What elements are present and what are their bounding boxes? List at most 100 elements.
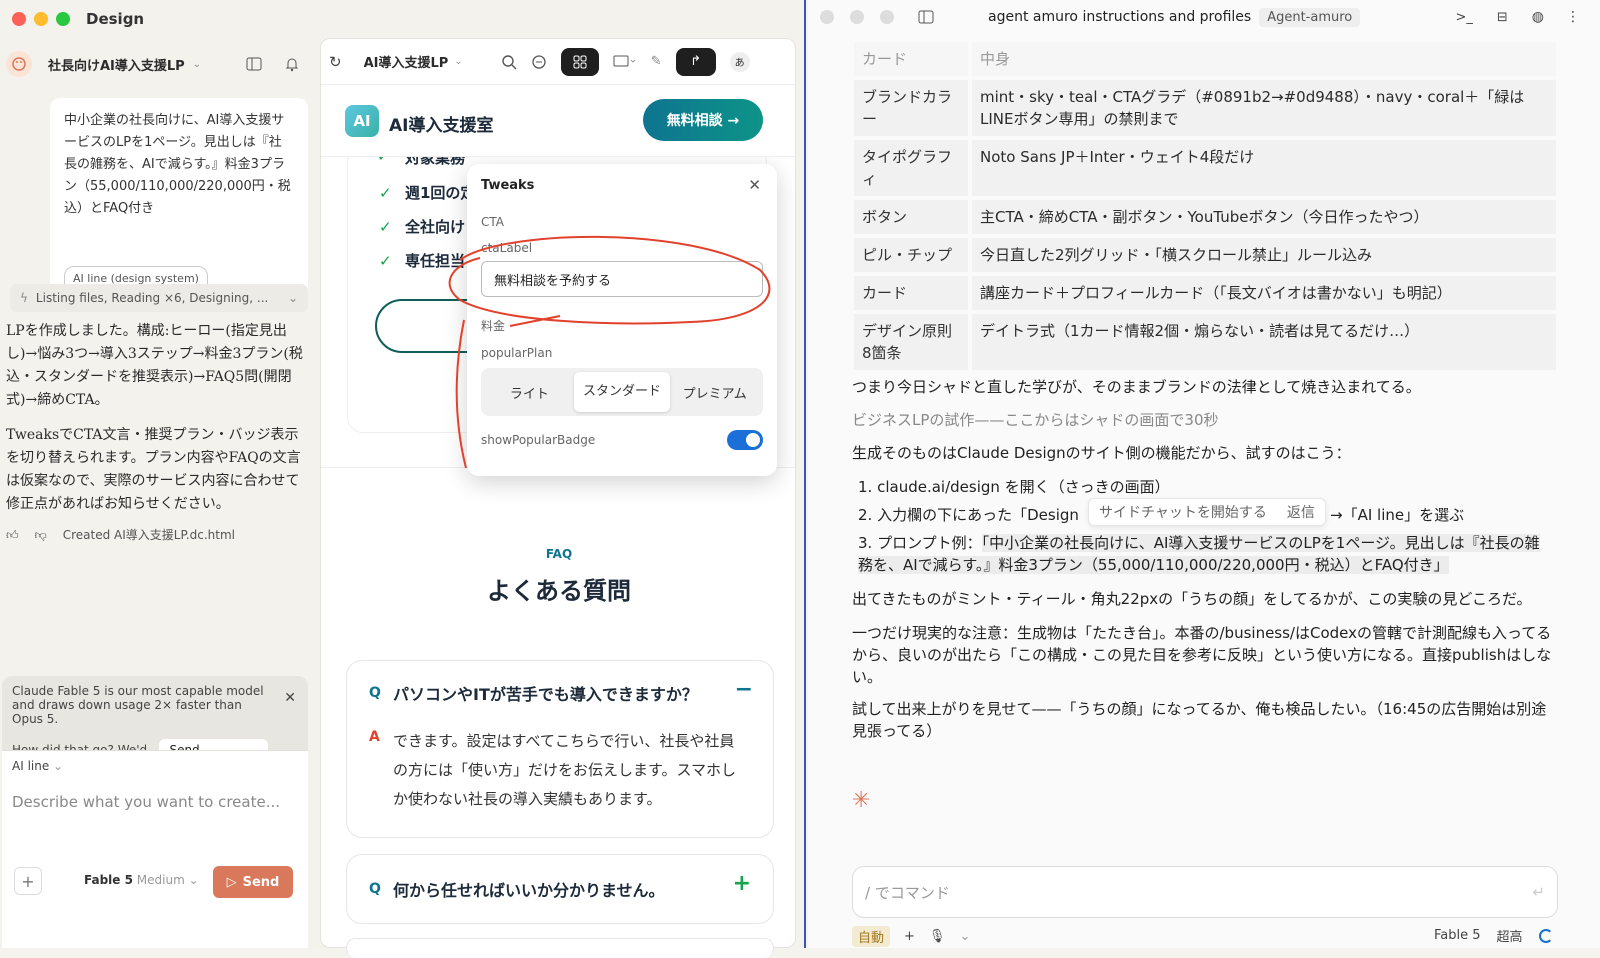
header-cta-button[interactable]: 無料相談 → bbox=[643, 99, 763, 141]
chevron-down-icon[interactable]: ⌄ bbox=[454, 56, 462, 67]
table-row: ピル・チップ 今日直した2列グリッド・「横スクロール禁止」ルール込み bbox=[854, 238, 1556, 272]
chevron-down-icon[interactable]: ⌄ bbox=[193, 59, 201, 70]
faq-item[interactable]: Q 何から任せればいいか分かりません。 + bbox=[346, 854, 774, 924]
globe-icon[interactable]: ◍ bbox=[1532, 9, 1544, 25]
step-1: 1. claude.ai/design を開く（さっきの画面） bbox=[858, 476, 1564, 498]
table-cell: Noto Sans JP＋Inter・ウェイト4段だけ bbox=[972, 140, 1556, 196]
file-tab[interactable]: AI導入支援LP bbox=[364, 52, 449, 71]
sparkle-icon: ϟ bbox=[20, 291, 28, 305]
minimize-window-button[interactable] bbox=[34, 12, 48, 26]
table-row: デザイン原則8箇条 デイトラ式（1カード情報2個・煽らない・読者は見てるだけ…） bbox=[854, 314, 1556, 370]
step-text: 入力欄の下にあった「Design bbox=[877, 506, 1079, 524]
device-icon[interactable] bbox=[613, 55, 637, 69]
model-banner: Claude Fable 5 is our most capable model… bbox=[2, 676, 308, 738]
mic-icon[interactable]: 🎙︎ bbox=[929, 929, 946, 944]
site-header: AI AI導入支援室 無料相談 → bbox=[321, 85, 795, 157]
command-placeholder: / でコマンド bbox=[865, 883, 950, 902]
terminal-icon[interactable]: >_ bbox=[1455, 10, 1472, 25]
faq-item[interactable] bbox=[346, 938, 774, 958]
thumbs-down-icon[interactable]: 👎︎ bbox=[35, 524, 47, 547]
table-cell: デザイン原則8箇条 bbox=[854, 314, 972, 370]
chevron-down-icon: ⌄ bbox=[188, 873, 199, 887]
brand-table: カード 中身 ブランドカラー mint・sky・teal・CTAグラデ（#089… bbox=[854, 38, 1556, 374]
model-name: Fable 5 bbox=[84, 873, 133, 887]
mode-chip[interactable]: 自動 bbox=[852, 926, 891, 947]
effort-label[interactable]: 超高 bbox=[1497, 926, 1523, 945]
table-cell: mint・sky・teal・CTAグラデ（#0891b2→#0d9488）・na… bbox=[972, 80, 1556, 136]
step-text: →「AI line」を選ぶ bbox=[1330, 506, 1465, 524]
comment-icon[interactable] bbox=[531, 54, 547, 70]
chevron-down-icon: ⌄ bbox=[53, 759, 64, 773]
search-icon[interactable] bbox=[501, 54, 517, 70]
more-icon[interactable]: ⋮ bbox=[1566, 9, 1580, 25]
start-side-chat-button[interactable]: サイドチャットを開始する bbox=[1099, 502, 1267, 522]
table-row: ボタン 主CTA・締めCTA・副ボタン・YouTubeボタン（今日作ったやつ） bbox=[854, 200, 1556, 234]
bell-icon[interactable] bbox=[284, 56, 300, 72]
send-button[interactable]: ▷ Send bbox=[213, 866, 293, 898]
collapse-icon[interactable]: − bbox=[735, 677, 753, 702]
pen-icon[interactable]: ✎ bbox=[651, 54, 662, 69]
design-system-select[interactable]: AI line ⌄ bbox=[2, 751, 308, 781]
close-window-button[interactable] bbox=[820, 10, 834, 24]
model-label[interactable]: Fable 5 bbox=[1434, 928, 1481, 943]
close-window-button[interactable] bbox=[12, 12, 26, 26]
plus-icon[interactable]: + bbox=[904, 929, 915, 944]
step-number: 2. bbox=[858, 506, 878, 524]
user-avatar[interactable]: あ bbox=[729, 51, 750, 72]
created-file-label[interactable]: Created AI導入支援LP.dc.html bbox=[63, 524, 235, 547]
section-label: CTA bbox=[481, 215, 504, 229]
faq-eyebrow: FAQ bbox=[545, 547, 573, 561]
assistant-message: LPを作成しました。構成:ヒーロー(指定見出し)→悩み3つ→導入3ステップ→料金… bbox=[6, 320, 306, 547]
spinner-icon bbox=[1538, 928, 1553, 943]
share-icon[interactable]: ↱ bbox=[675, 47, 716, 76]
right-titlebar: agent amuro instructions and profiles Ag… bbox=[808, 0, 1600, 34]
user-prompt-text: 中小企業の社長向けに、AI導入支援サービスのLPを1ページ。見出しは『社長の雑務… bbox=[64, 113, 291, 216]
sidebar-toggle-icon[interactable] bbox=[918, 10, 934, 24]
design-system-label: AI line bbox=[12, 759, 50, 773]
table-row: ブランドカラー mint・sky・teal・CTAグラデ（#0891b2→#0d… bbox=[854, 80, 1556, 136]
message-text: 一つだけ現実的な注意：生成物は「たたき台」。本番の/business/はCode… bbox=[852, 624, 1552, 686]
sidebar-toggle-icon[interactable] bbox=[246, 57, 262, 71]
model-select[interactable]: Fable 5 Medium ⌄ bbox=[84, 873, 199, 887]
add-attachment-button[interactable]: + bbox=[14, 867, 42, 895]
check-icon: ✓ bbox=[379, 184, 392, 202]
activity-summary[interactable]: ϟ Listing files, Reading ×6, Designing, … bbox=[10, 284, 308, 312]
check-item: 週1回の定 bbox=[405, 184, 476, 202]
close-icon[interactable]: ✕ bbox=[284, 690, 296, 706]
thumbs-up-icon[interactable]: 👍︎ bbox=[6, 524, 19, 547]
table-cell: デイトラ式（1カード情報2個・煽らない・読者は見てるだけ…） bbox=[972, 314, 1556, 370]
message-text: つまり今日シャドと直した学びが、そのままブランドの法律として焼き込まれてる。 bbox=[852, 378, 1421, 396]
tweaks-icon[interactable] bbox=[560, 47, 599, 76]
faq-a-mark: A bbox=[369, 729, 380, 745]
project-name[interactable]: 社長向けAI導入支援LP bbox=[48, 55, 185, 74]
faq-question: パソコンやITが苦手でも導入できますか？ bbox=[393, 685, 698, 704]
check-icon: ✓ bbox=[379, 252, 392, 270]
refresh-icon[interactable]: ↻ bbox=[329, 53, 342, 71]
expand-icon[interactable]: + bbox=[733, 871, 751, 896]
submit-icon[interactable]: ↵ bbox=[1532, 883, 1545, 901]
faq-q-mark: Q bbox=[369, 881, 381, 897]
palette-icon[interactable] bbox=[6, 51, 32, 77]
composer-input[interactable]: Describe what you want to create... bbox=[2, 781, 308, 823]
command-input[interactable]: / でコマンド ↵ bbox=[852, 866, 1558, 918]
project-row: 社長向けAI導入支援LP ⌄ bbox=[6, 46, 310, 82]
project-badge[interactable]: Agent-amuro bbox=[1259, 7, 1361, 27]
zoom-window-button[interactable] bbox=[880, 10, 894, 24]
table-row: タイポグラフィ Noto Sans JP＋Inter・ウェイト4段だけ bbox=[854, 140, 1556, 196]
window-title: Design bbox=[86, 10, 145, 28]
close-icon[interactable]: ✕ bbox=[748, 176, 761, 194]
reply-button[interactable]: 返信 bbox=[1287, 502, 1315, 522]
assistant-paragraph: LPを作成しました。構成:ヒーロー(指定見出し)→悩み3つ→導入3ステップ→料金… bbox=[6, 323, 303, 408]
minimize-window-button[interactable] bbox=[850, 10, 864, 24]
activity-label: Listing files, Reading ×6, Designing, ..… bbox=[35, 291, 269, 305]
step-text: プロンプト例： bbox=[877, 534, 982, 552]
table-cell: カード bbox=[854, 276, 972, 310]
table-header: カード bbox=[854, 42, 972, 76]
zoom-window-button[interactable] bbox=[56, 12, 70, 26]
chevron-down-icon: ⌄ bbox=[287, 291, 298, 305]
message-text: 出てきたものがミント・ティール・角丸22pxの「うちの顔」をしてるかが、この実験… bbox=[852, 590, 1532, 608]
faq-item[interactable]: Q パソコンやITが苦手でも導入できますか？ − A できます。設定はすべてこち… bbox=[346, 660, 774, 838]
chevron-down-icon[interactable]: ⌄ bbox=[959, 929, 970, 944]
panel-icon[interactable]: ⊟ bbox=[1497, 10, 1508, 25]
step-text: claude.ai/design を開く（さっきの画面） bbox=[877, 478, 1170, 496]
